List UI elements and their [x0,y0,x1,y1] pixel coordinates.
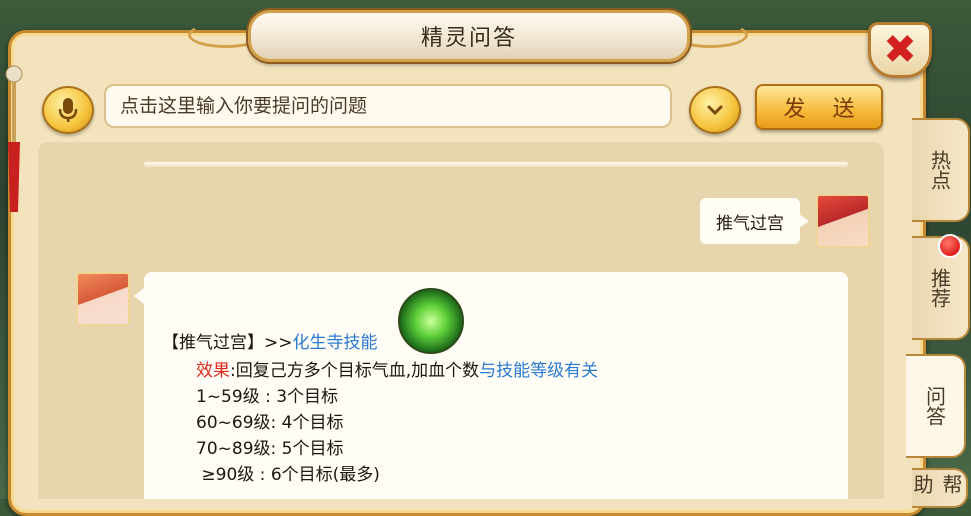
send-button[interactable]: 发 送 [755,84,883,130]
hanging-ornament-icon [5,65,23,212]
level-line: 1~59级 : 3个目标 [196,387,339,407]
user-message-bubble: 推气过宫 [700,198,809,244]
level-line: 70~89级: 5个目标 [196,439,344,459]
tab-help[interactable]: 帮助 [910,468,968,508]
page-title: 精灵问答 [420,26,517,51]
question-input[interactable] [104,84,672,128]
history-dropdown-button[interactable] [689,86,741,134]
effect-link[interactable]: 与技能等级有关 [479,361,598,381]
microphone-icon [58,98,78,122]
tab-hot[interactable]: 热点 [912,118,970,222]
level-line: 60~69级: 4个目标 [196,413,344,433]
answer-title-prefix: 【推气过宫】>> [162,333,293,353]
notification-dot [938,234,962,258]
effect-line: 效果:回复己方多个目标气血,加血个数与技能等级有关 [196,356,598,381]
answer-title: 【推气过宫】>>化生寺技能 [162,328,378,353]
close-icon: ✖ [883,27,917,73]
level-line: ≥90级 : 6个目标(最多) [196,465,380,485]
skill-category-link[interactable]: 化生寺技能 [293,333,378,353]
close-button[interactable]: ✖ [868,22,932,78]
chat-divider [144,162,848,167]
skill-icon[interactable] [398,288,464,354]
sprite-avatar [76,272,130,326]
title-banner: 精灵问答 [248,10,690,62]
effect-label: 效果 [196,361,230,381]
user-avatar [816,194,870,248]
tab-qa[interactable]: 问答 [906,354,966,458]
effect-text: :回复己方多个目标气血,加血个数 [230,361,480,381]
voice-input-button[interactable] [42,86,94,134]
chevron-down-icon [707,105,723,116]
